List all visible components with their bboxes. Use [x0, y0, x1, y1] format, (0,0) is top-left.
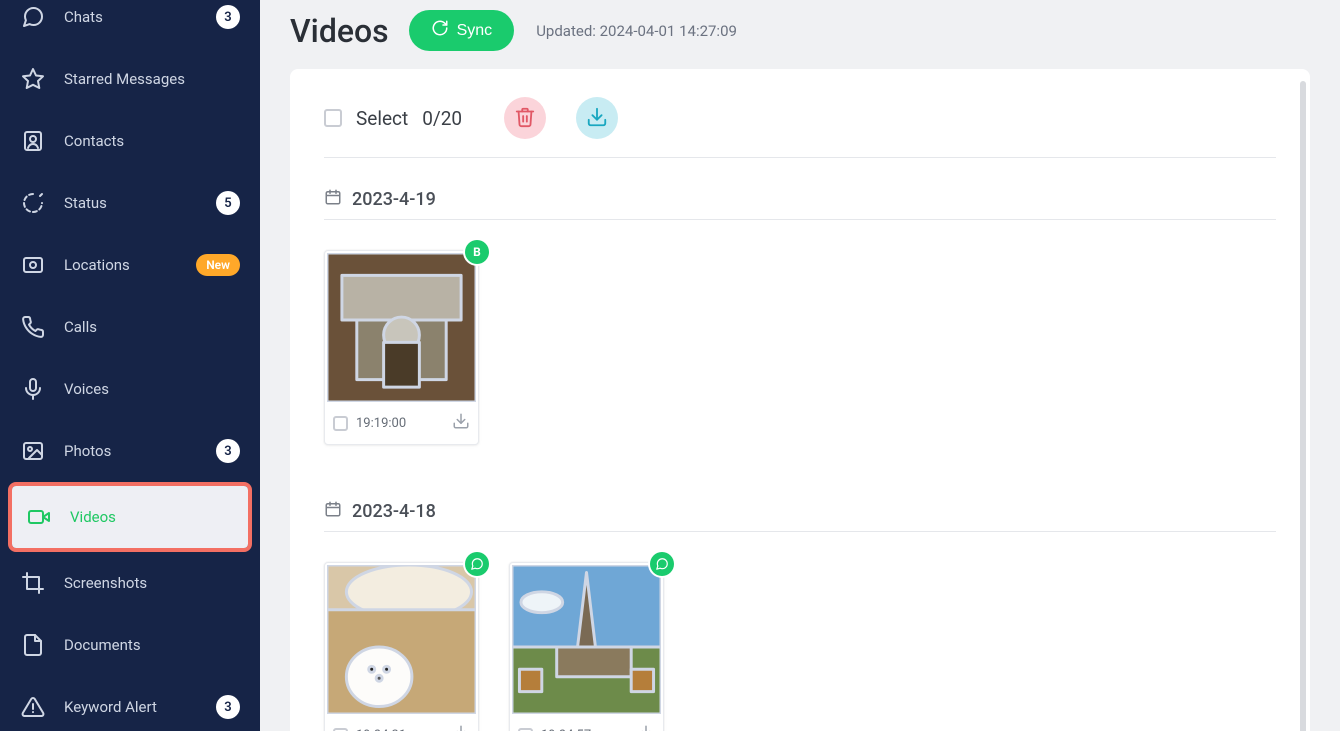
sidebar-item-videos[interactable]: Videos: [12, 486, 248, 548]
video-timestamp: 19:04:31: [356, 728, 452, 731]
sidebar-item-photos[interactable]: Photos 3: [0, 420, 260, 482]
whatsapp-badge-icon: [650, 552, 674, 576]
phone-icon: [20, 314, 46, 340]
sidebar-item-label: Photos: [64, 442, 216, 460]
video-card-footer: 19:19:00: [325, 402, 478, 444]
video-thumbnail: [512, 565, 661, 714]
selection-toolbar: Select 0/20: [324, 97, 1276, 158]
video-card-footer: 19:04:31: [325, 714, 478, 731]
video-thumb-row: 19:04:31: [324, 562, 1276, 731]
date-group: 2023-4-18: [324, 500, 1276, 731]
video-timestamp: 19:19:00: [356, 416, 452, 431]
sidebar-item-status[interactable]: Status 5: [0, 172, 260, 234]
select-all-checkbox[interactable]: [324, 109, 342, 127]
video-timestamp: 19:04:57: [541, 728, 637, 731]
sidebar-item-documents[interactable]: Documents: [0, 614, 260, 676]
sidebar-item-screenshots[interactable]: Screenshots: [0, 552, 260, 614]
sidebar-item-label: Calls: [64, 318, 240, 336]
calendar-icon: [324, 188, 342, 211]
main-content: Videos Sync Updated: 2024-04-01 14:27:09…: [260, 0, 1340, 731]
video-card-footer: 19:04:57: [510, 714, 663, 731]
panel-scrollbar[interactable]: [1300, 81, 1306, 731]
download-icon: [586, 106, 608, 131]
video-select-checkbox[interactable]: [518, 728, 533, 731]
chat-bubble-icon: [20, 4, 46, 30]
sidebar-item-highlight-frame: Videos: [8, 482, 252, 552]
sidebar-item-calls[interactable]: Calls: [0, 296, 260, 358]
video-select-checkbox[interactable]: [333, 728, 348, 731]
microphone-icon: [20, 376, 46, 402]
delete-button[interactable]: [504, 97, 546, 139]
selection-count: 0/20: [422, 107, 462, 130]
page-title: Videos: [290, 12, 389, 50]
sidebar-item-voices[interactable]: Voices: [0, 358, 260, 420]
sidebar-item-label: Screenshots: [64, 574, 240, 592]
app-root: Chats 3 Starred Messages Contacts Status…: [0, 0, 1340, 731]
whatsapp-badge-icon: [465, 552, 489, 576]
contacts-icon: [20, 128, 46, 154]
badge-new: New: [196, 254, 240, 276]
badge-count: 3: [216, 5, 240, 29]
video-thumbnail: [327, 565, 476, 714]
badge-count: 3: [216, 695, 240, 719]
sidebar-item-contacts[interactable]: Contacts: [0, 110, 260, 172]
video-select-checkbox[interactable]: [333, 416, 348, 431]
image-icon: [20, 438, 46, 464]
badge-count: 5: [216, 191, 240, 215]
sidebar: Chats 3 Starred Messages Contacts Status…: [0, 0, 260, 731]
video-icon: [26, 504, 52, 530]
select-all-label: Select: [356, 107, 408, 130]
sidebar-item-label: Chats: [64, 8, 216, 26]
sidebar-item-chats[interactable]: Chats 3: [0, 0, 260, 48]
sidebar-item-label: Keyword Alert: [64, 698, 216, 716]
videos-panel: Select 0/20: [290, 69, 1310, 731]
video-download-button[interactable]: [452, 412, 470, 434]
sidebar-item-locations[interactable]: Locations New: [0, 234, 260, 296]
video-card[interactable]: B 19:19:00: [324, 250, 479, 445]
calendar-icon: [324, 500, 342, 523]
refresh-icon: [431, 19, 449, 42]
location-icon: [20, 252, 46, 278]
star-icon: [20, 66, 46, 92]
sidebar-item-keyword-alert[interactable]: Keyword Alert 3: [0, 676, 260, 731]
sidebar-item-label: Contacts: [64, 132, 240, 150]
video-thumb-row: B 19:19:00: [324, 250, 1276, 445]
date-text: 2023-4-18: [352, 501, 436, 522]
date-group: 2023-4-19 B 19:1: [324, 188, 1276, 445]
sidebar-item-label: Locations: [64, 256, 196, 274]
video-download-button[interactable]: [452, 724, 470, 731]
video-thumbnail: [327, 253, 476, 402]
sync-button[interactable]: Sync: [409, 10, 515, 51]
header-row: Videos Sync Updated: 2024-04-01 14:27:09: [290, 10, 1310, 63]
sidebar-item-label: Documents: [64, 636, 240, 654]
source-badge: B: [465, 240, 489, 264]
date-header: 2023-4-18: [324, 500, 1276, 532]
alert-triangle-icon: [20, 694, 46, 720]
date-header: 2023-4-19: [324, 188, 1276, 220]
status-icon: [20, 190, 46, 216]
sidebar-item-label: Voices: [64, 380, 240, 398]
document-icon: [20, 632, 46, 658]
updated-text: Updated: 2024-04-01 14:27:09: [536, 22, 737, 40]
badge-count: 3: [216, 439, 240, 463]
sidebar-item-starred[interactable]: Starred Messages: [0, 48, 260, 110]
video-card[interactable]: 19:04:57: [509, 562, 664, 731]
sync-button-label: Sync: [457, 22, 493, 40]
sidebar-item-label: Starred Messages: [64, 70, 240, 88]
video-download-button[interactable]: [637, 724, 655, 731]
date-text: 2023-4-19: [352, 189, 436, 210]
download-all-button[interactable]: [576, 97, 618, 139]
crop-icon: [20, 570, 46, 596]
sidebar-item-label: Videos: [70, 508, 234, 526]
sidebar-item-label: Status: [64, 194, 216, 212]
trash-icon: [514, 106, 536, 131]
video-card[interactable]: 19:04:31: [324, 562, 479, 731]
